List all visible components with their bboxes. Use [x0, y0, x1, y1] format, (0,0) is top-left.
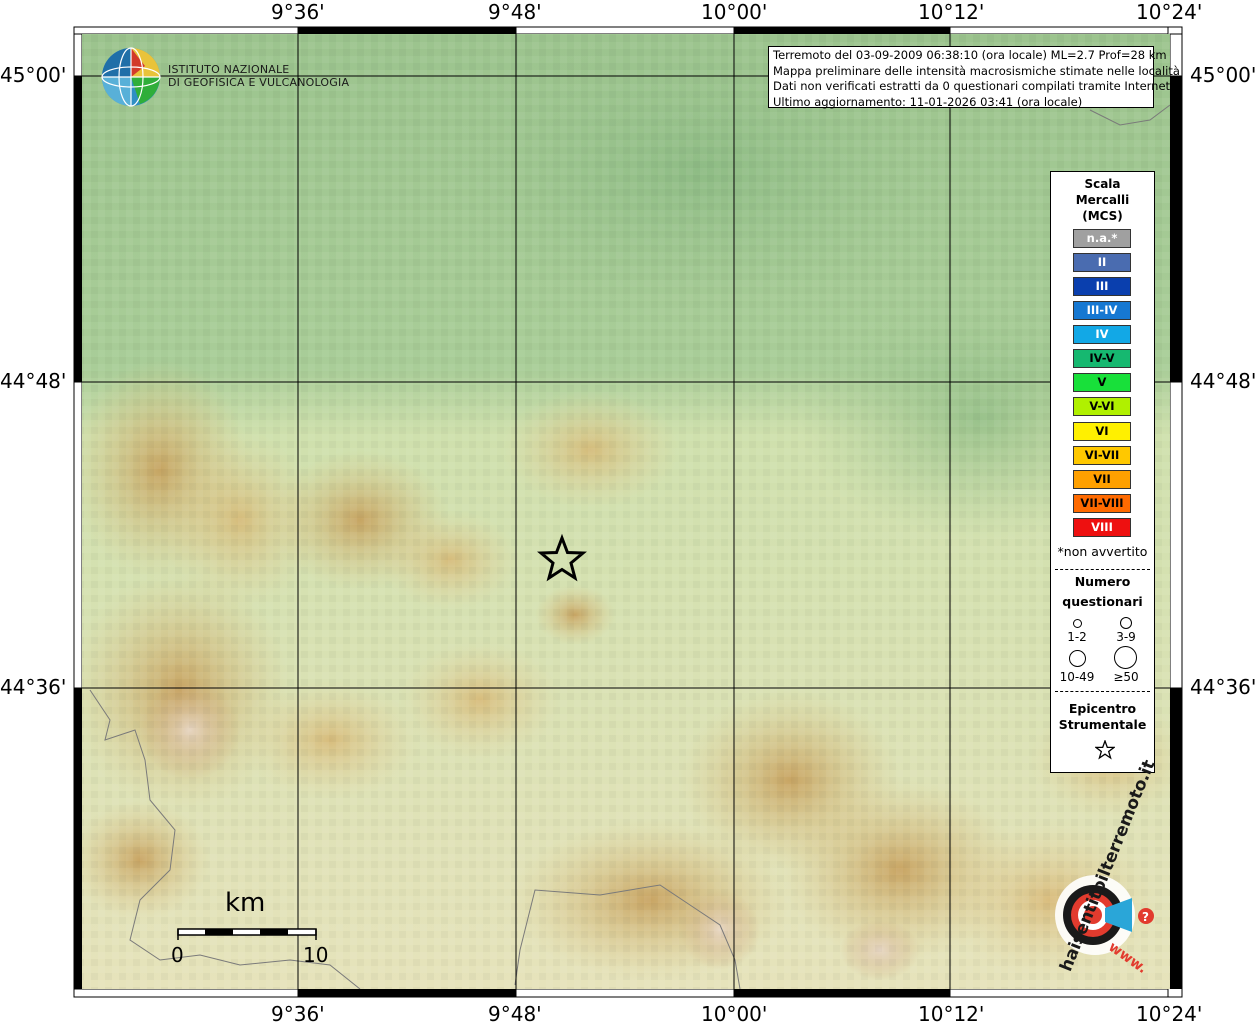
lon-tick-bottom-1: 9°36'	[271, 1002, 325, 1026]
lat-tick-right-3: 44°36'	[1190, 675, 1255, 699]
ingv-name-line2: DI GEOFISICA E VULCANOLOGIA	[168, 76, 350, 89]
lat-tick-left-2: 44°48'	[0, 369, 67, 393]
legend-divider-2	[1055, 691, 1150, 692]
legend-count-title-1: Numero	[1074, 574, 1131, 589]
legend-class-viii: VIII	[1073, 518, 1131, 537]
count-label-3-9: 3-9	[1116, 630, 1136, 644]
count-circle-1-2-icon	[1073, 619, 1082, 628]
ingv-name-line1: ISTITUTO NAZIONALE	[168, 63, 290, 76]
legend-class-vii: VII	[1073, 470, 1131, 489]
scale-start-label: 0	[171, 943, 184, 967]
legend-count-title-2: questionari	[1062, 594, 1143, 609]
legend-class-v-vi: V-VI	[1073, 397, 1131, 416]
legend-title-line1: Scala	[1084, 177, 1121, 191]
lon-tick-top-5: 10°24'	[1136, 0, 1203, 24]
legend-title-line3: (MCS)	[1082, 209, 1123, 223]
lon-tick-bottom-5: 10°24'	[1136, 1002, 1203, 1026]
legend-title: Scala Mercalli (MCS)	[1051, 176, 1154, 224]
legend-class-iv-v: IV-V	[1073, 349, 1131, 368]
event-info-line4: Ultimo aggiornamento: 11-01-2026 03:41 (…	[773, 94, 1083, 109]
legend-class-iii: III	[1073, 277, 1131, 296]
count-label-10-49: 10-49	[1059, 670, 1095, 684]
legend-panel: Scala Mercalli (MCS) n.a.* II III III-IV…	[1050, 171, 1155, 773]
event-info-line3: Dati non verificati estratti da 0 questi…	[773, 79, 1174, 93]
legend-divider-1	[1055, 569, 1150, 570]
legend-star-icon	[1095, 740, 1115, 760]
legend-class-v: V	[1073, 373, 1131, 392]
ingv-logo-icon	[101, 47, 161, 107]
event-info-box: Terremoto del 03-09-2009 06:38:10 (ora l…	[768, 46, 1180, 109]
lon-tick-top-3: 10°00'	[701, 0, 768, 24]
lat-tick-right-2: 44°48'	[1190, 369, 1255, 393]
event-info-line1: Terremoto del 03-09-2009 06:38:10 (ora l…	[773, 48, 1167, 62]
scale-end-label: 10	[303, 943, 329, 967]
lat-tick-right-1: 45°00'	[1190, 63, 1255, 87]
scale-unit-label: km	[225, 888, 266, 918]
legend-class-vii-viii: VII-VIII	[1073, 494, 1131, 513]
legend-class-na: n.a.*	[1073, 229, 1131, 248]
count-label-50: ≥50	[1113, 670, 1139, 684]
count-circle-10-49-icon	[1069, 650, 1086, 667]
terrain-relief	[82, 34, 1170, 989]
count-circle-3-9-icon	[1120, 617, 1132, 629]
lat-tick-left-1: 45°00'	[0, 63, 67, 87]
legend-class-iv: IV	[1073, 325, 1131, 344]
legend-epi-title-2: Strumentale	[1058, 717, 1147, 732]
lon-tick-top-1: 9°36'	[271, 0, 325, 24]
legend-class-vi: VI	[1073, 422, 1131, 441]
ingv-logo-text: ISTITUTO NAZIONALE DI GEOFISICA E VULCAN…	[168, 63, 349, 89]
legend-title-line2: Mercalli	[1075, 193, 1130, 207]
legend-na-note: *non avvertito	[1057, 544, 1148, 559]
legend-class-iii-iv: III-IV	[1073, 301, 1131, 320]
svg-text:?: ?	[1142, 910, 1149, 924]
count-label-1-2: 1-2	[1067, 630, 1087, 644]
count-circle-50-icon	[1114, 646, 1137, 669]
legend-class-ii: II	[1073, 253, 1131, 272]
lon-tick-bottom-3: 10°00'	[701, 1002, 768, 1026]
event-info-line2: Mappa preliminare delle intensità macros…	[773, 63, 1180, 78]
lat-tick-left-3: 44°36'	[0, 675, 67, 699]
lon-tick-top-4: 10°12'	[918, 0, 985, 24]
lon-tick-bottom-4: 10°12'	[918, 1002, 985, 1026]
lon-tick-bottom-2: 9°48'	[488, 1002, 542, 1026]
legend-class-vi-vii: VI-VII	[1073, 446, 1131, 465]
legend-epi-title-1: Epicentro	[1068, 701, 1137, 716]
lon-tick-top-2: 9°48'	[488, 0, 542, 24]
